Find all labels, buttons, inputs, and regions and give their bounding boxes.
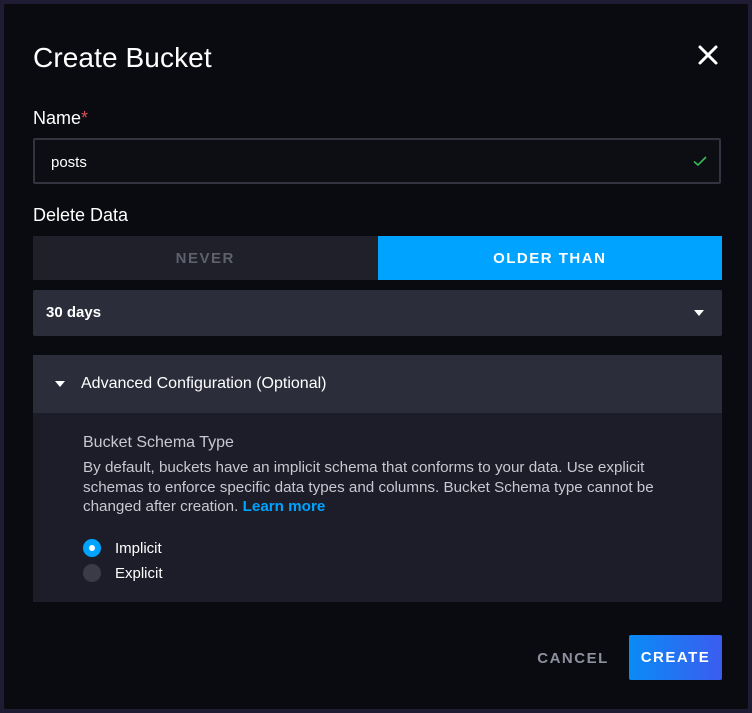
explicit-label: Explicit xyxy=(115,564,163,582)
schema-description-text: By default, buckets have an implicit sch… xyxy=(83,459,654,515)
name-label-text: Name xyxy=(33,108,82,128)
retention-dropdown[interactable]: 30 days xyxy=(33,290,722,336)
schema-type-description: By default, buckets have an implicit sch… xyxy=(83,458,693,517)
create-button[interactable]: CREATE xyxy=(629,635,722,680)
advanced-configuration-panel: Advanced Configuration (Optional) Bucket… xyxy=(33,355,722,602)
name-input[interactable] xyxy=(49,140,673,184)
create-bucket-dialog: Create Bucket Name* Delete Data NEVER OL… xyxy=(4,4,748,709)
schema-type-title: Bucket Schema Type xyxy=(83,434,234,451)
caret-down-icon xyxy=(55,381,65,387)
advanced-configuration-toggle[interactable]: Advanced Configuration (Optional) xyxy=(33,355,722,413)
required-mark: * xyxy=(81,108,89,128)
radio-unchecked-icon[interactable] xyxy=(83,564,101,582)
learn-more-link[interactable]: Learn more xyxy=(243,498,326,515)
older-than-option[interactable]: OLDER THAN xyxy=(377,236,722,280)
close-button[interactable] xyxy=(694,41,722,69)
cancel-button[interactable]: CANCEL xyxy=(528,636,618,680)
advanced-configuration-title: Advanced Configuration (Optional) xyxy=(81,375,327,392)
never-option[interactable]: NEVER xyxy=(33,236,378,280)
close-icon xyxy=(698,45,718,65)
check-icon xyxy=(693,156,707,167)
name-field[interactable] xyxy=(33,138,721,184)
radio-checked-icon[interactable] xyxy=(83,539,101,557)
chevron-down-icon xyxy=(694,310,704,316)
implicit-label: Implicit xyxy=(115,539,162,557)
schema-option-implicit[interactable]: Implicit xyxy=(83,538,162,558)
schema-option-explicit[interactable]: Explicit xyxy=(83,563,163,583)
retention-value: 30 days xyxy=(46,304,102,321)
delete-data-toggle: NEVER OLDER THAN xyxy=(33,236,722,280)
delete-data-label: Delete Data xyxy=(33,205,129,225)
name-label: Name* xyxy=(33,108,88,129)
dialog-title: Create Bucket xyxy=(33,42,212,73)
